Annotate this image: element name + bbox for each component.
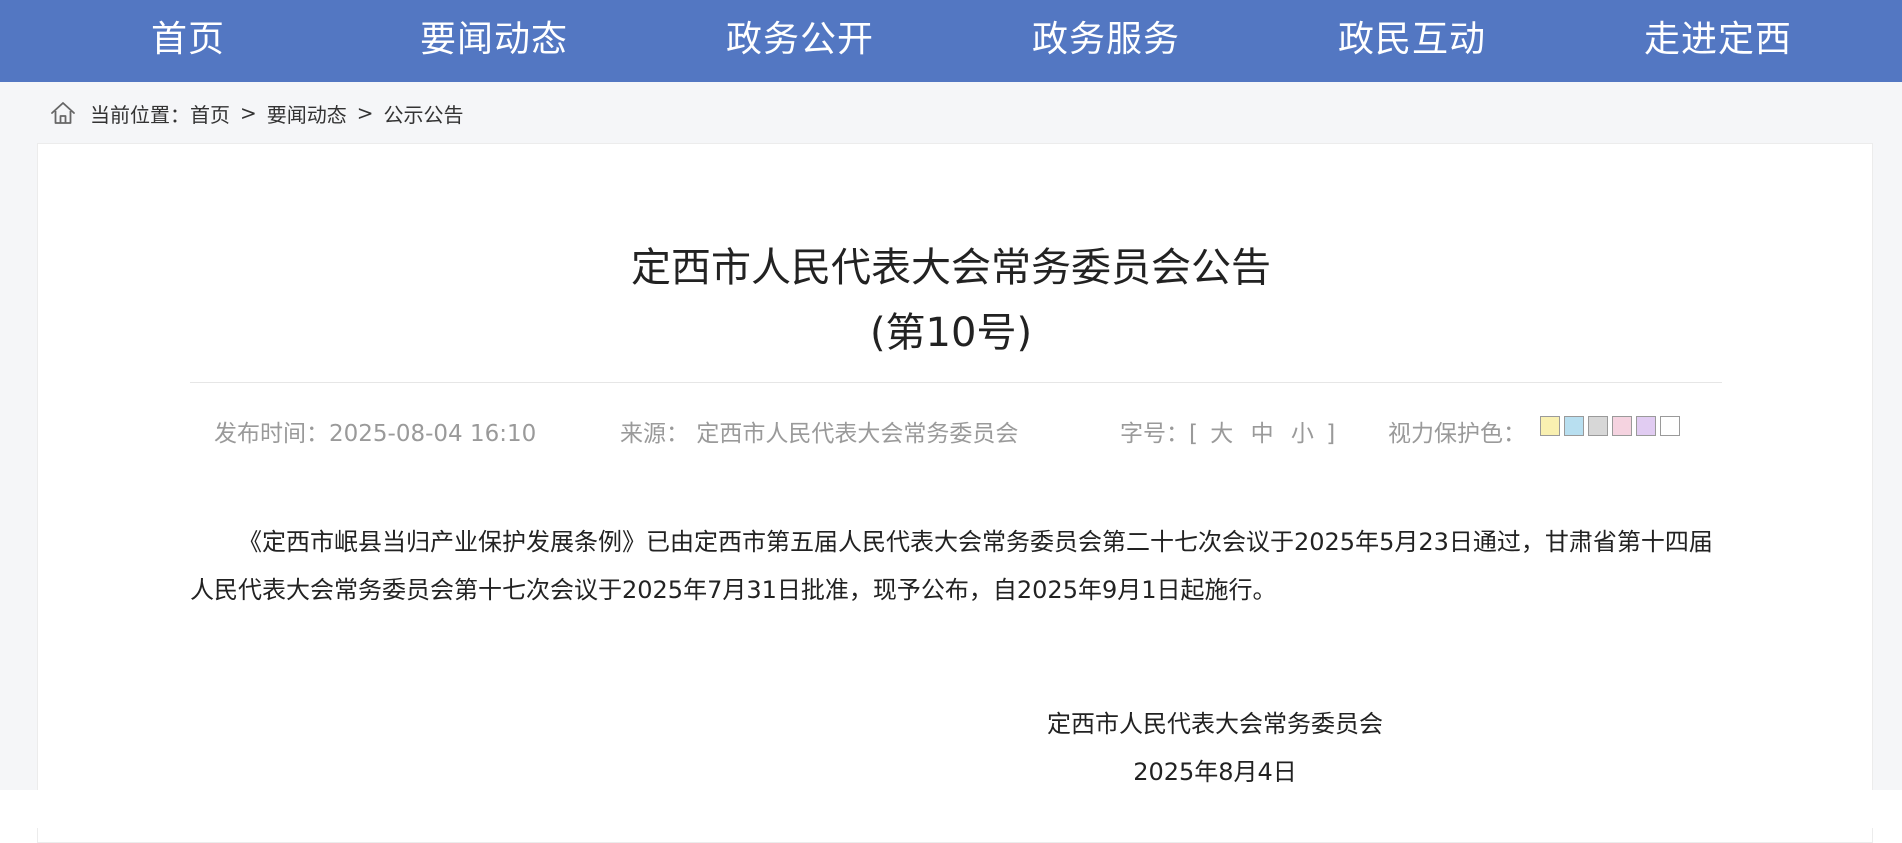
source: 来源： 定西市人民代表大会常务委员会 <box>620 416 1018 452</box>
eye-color-yellow-swatch[interactable] <box>1540 416 1560 436</box>
breadcrumb-home-link[interactable]: 首页 <box>190 99 230 128</box>
eye-color-blue-swatch[interactable] <box>1564 416 1584 436</box>
publish-time-label: 发布时间： <box>214 421 329 447</box>
eye-color-purple-swatch[interactable] <box>1636 416 1656 436</box>
top-nav-bar: 首页 要闻动态 政务公开 政务服务 政民互动 走进定西 <box>0 0 1902 82</box>
font-size-medium-button[interactable]: 中 <box>1251 421 1274 447</box>
nav-item-about-dingxi[interactable]: 走进定西 <box>1598 0 1838 82</box>
home-icon[interactable] <box>48 98 78 128</box>
breadcrumb-separator: > <box>356 101 374 125</box>
signature-org: 定西市人民代表大会常务委员会 <box>1047 710 1383 738</box>
publish-time: 发布时间：2025-08-04 16:10 <box>214 416 536 452</box>
source-value: 定西市人民代表大会常务委员会 <box>696 421 1019 447</box>
nav-item-home[interactable]: 首页 <box>68 0 308 82</box>
nav-item-gov-services[interactable]: 政务服务 <box>986 0 1226 82</box>
font-size-label: 字号： <box>1120 421 1189 447</box>
eye-protection-label: 视力保护色： <box>1388 421 1526 447</box>
font-size-small-button[interactable]: 小 <box>1291 421 1314 447</box>
title-divider <box>190 382 1722 383</box>
nav-item-interaction[interactable]: 政民互动 <box>1292 0 1532 82</box>
font-size-open-bracket: [ <box>1189 421 1198 447</box>
font-size-large-button[interactable]: 大 <box>1210 421 1233 447</box>
signature-date: 2025年8月4日 <box>1133 758 1297 786</box>
nav-item-news[interactable]: 要闻动态 <box>374 0 614 82</box>
source-label: 来源： <box>620 421 689 447</box>
eye-color-gray-swatch[interactable] <box>1588 416 1608 436</box>
font-size-control: 字号：[ 大 中 小 ] <box>1120 416 1335 452</box>
breadcrumb-announcements-link[interactable]: 公示公告 <box>384 99 464 128</box>
eye-color-white-swatch[interactable] <box>1660 416 1680 436</box>
nav-item-gov-affairs-open[interactable]: 政务公开 <box>680 0 920 82</box>
publish-time-value: 2025-08-04 16:10 <box>329 421 537 447</box>
article-number: (第10号) <box>869 310 1033 356</box>
article-body: 《定西市岷县当归产业保护发展条例》已由定西市第五届人民代表大会常务委员会第二十七… <box>190 528 1713 604</box>
font-size-close-bracket: ] <box>1326 421 1336 447</box>
eye-color-pink-swatch[interactable] <box>1612 416 1632 436</box>
breadcrumb-separator: > <box>240 101 257 125</box>
page-bottom-area <box>0 790 1902 828</box>
breadcrumb-news-link[interactable]: 要闻动态 <box>267 99 347 128</box>
article-title: 定西市人民代表大会常务委员会公告 <box>631 245 1271 291</box>
breadcrumb-prefix: 当前位置： <box>90 102 190 127</box>
signature-block: 定西市人民代表大会常务委员会 2025年8月4日 <box>1045 700 1385 796</box>
eye-protection-swatches <box>1540 416 1680 436</box>
breadcrumb: 当前位置： 首页 > 要闻动态 > 公示公告 <box>48 96 464 130</box>
